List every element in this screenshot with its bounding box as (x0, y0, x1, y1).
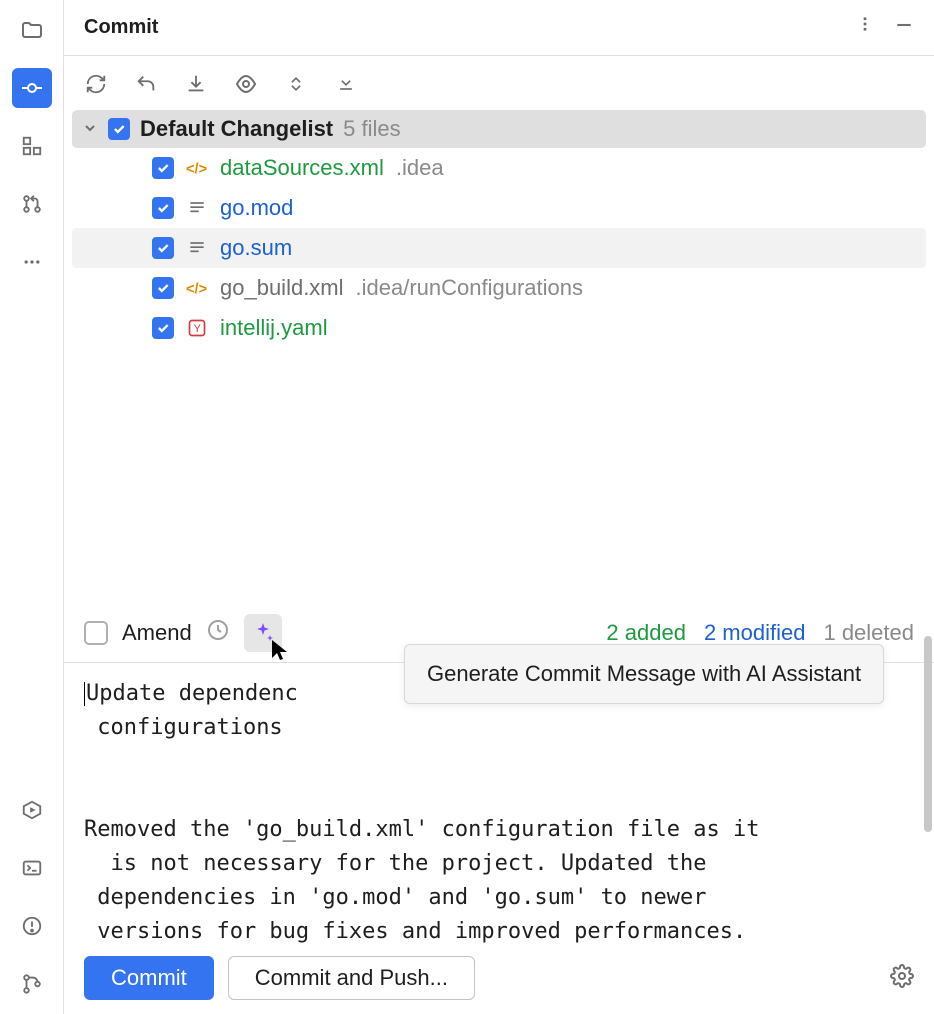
ai-tooltip: Generate Commit Message with AI Assistan… (404, 644, 884, 704)
file-checkbox[interactable] (152, 277, 174, 299)
stat-added: 2 added (606, 620, 686, 646)
pull-requests-icon[interactable] (12, 184, 52, 224)
changelist-icon[interactable] (284, 72, 308, 96)
commit-button[interactable]: Commit (84, 956, 214, 1000)
project-tool-icon[interactable] (12, 10, 52, 50)
yaml-file-icon: Y (186, 317, 208, 339)
history-icon[interactable] (206, 618, 230, 648)
gear-icon[interactable] (890, 964, 914, 993)
file-name: go_build.xml (220, 275, 344, 301)
change-stats: 2 added 2 modified 1 deleted (606, 620, 914, 646)
xml-file-icon: </> (186, 157, 208, 179)
chevron-down-icon[interactable] (82, 116, 98, 142)
problems-tool-icon[interactable] (12, 906, 52, 946)
svg-text:Y: Y (194, 323, 201, 335)
stat-modified: 2 modified (704, 620, 806, 646)
changelist-file-count: 5 files (343, 116, 400, 142)
text-file-icon (186, 197, 208, 219)
file-name: intellij.yaml (220, 315, 328, 341)
commit-panel: Commit Default Changelist 5 files </> d (64, 0, 934, 1014)
commit-message-text: Update dependenc configurations Removed … (84, 681, 760, 945)
file-row[interactable]: Y intellij.yaml (72, 308, 926, 348)
file-row[interactable]: go.sum (72, 228, 926, 268)
xml-file-icon: </> (186, 277, 208, 299)
file-checkbox[interactable] (152, 197, 174, 219)
panel-title: Commit (84, 16, 158, 39)
commit-actions: Commit Commit and Push... (64, 946, 934, 1014)
file-name: go.mod (220, 195, 293, 221)
collapse-icon[interactable] (334, 72, 358, 96)
file-name: go.sum (220, 235, 292, 261)
amend-checkbox[interactable] (84, 621, 108, 645)
changelist-checkbox[interactable] (108, 118, 130, 140)
shelve-icon[interactable] (184, 72, 208, 96)
terminal-tool-icon[interactable] (12, 848, 52, 888)
minimize-icon[interactable] (894, 15, 914, 40)
rollback-icon[interactable] (134, 72, 158, 96)
file-row[interactable]: </> dataSources.xml .idea (72, 148, 926, 188)
file-path: .idea/runConfigurations (356, 275, 583, 301)
commit-and-push-button[interactable]: Commit and Push... (228, 956, 475, 1000)
commit-toolbar (64, 56, 934, 110)
svg-text:</>: </> (186, 282, 207, 298)
ai-generate-button[interactable] (244, 614, 282, 652)
commit-message-input[interactable]: Update dependenc configurations Removed … (64, 662, 934, 947)
file-row[interactable]: go.mod (72, 188, 926, 228)
panel-header: Commit (64, 0, 934, 56)
file-checkbox[interactable] (152, 157, 174, 179)
file-row[interactable]: </> go_build.xml .idea/runConfigurations (72, 268, 926, 308)
run-tool-icon[interactable] (12, 790, 52, 830)
file-checkbox[interactable] (152, 317, 174, 339)
commit-tool-icon[interactable] (12, 68, 52, 108)
changelist-tree: Default Changelist 5 files </> dataSourc… (64, 110, 934, 348)
file-name: dataSources.xml (220, 155, 384, 181)
file-path: .idea (396, 155, 444, 181)
svg-text:</>: </> (186, 162, 207, 178)
more-tools-icon[interactable] (12, 242, 52, 282)
structure-tool-icon[interactable] (12, 126, 52, 166)
stat-deleted: 1 deleted (823, 620, 914, 646)
options-icon[interactable] (856, 15, 874, 40)
changelist-name: Default Changelist (140, 116, 333, 142)
scrollbar-thumb[interactable] (924, 636, 932, 832)
changelist-header[interactable]: Default Changelist 5 files (72, 110, 926, 148)
diff-icon[interactable] (234, 72, 258, 96)
left-tool-sidebar (0, 0, 64, 1014)
amend-label: Amend (122, 620, 192, 646)
vcs-tool-icon[interactable] (12, 964, 52, 1004)
refresh-icon[interactable] (84, 72, 108, 96)
text-file-icon (186, 237, 208, 259)
file-checkbox[interactable] (152, 237, 174, 259)
